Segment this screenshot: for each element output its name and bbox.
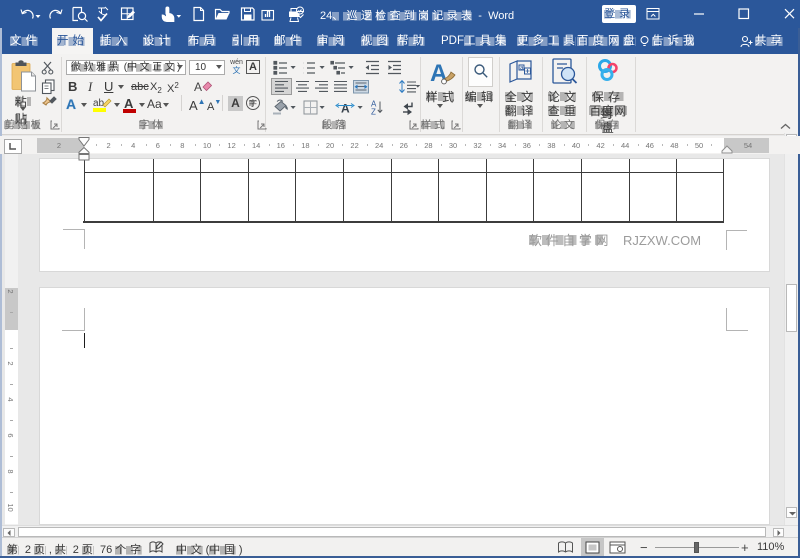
svg-text:A: A	[341, 102, 350, 116]
svg-text:a: a	[520, 66, 524, 72]
svg-text:ab: ab	[93, 98, 105, 109]
svg-text:Z: Z	[371, 108, 376, 116]
svg-text:A: A	[194, 80, 202, 94]
